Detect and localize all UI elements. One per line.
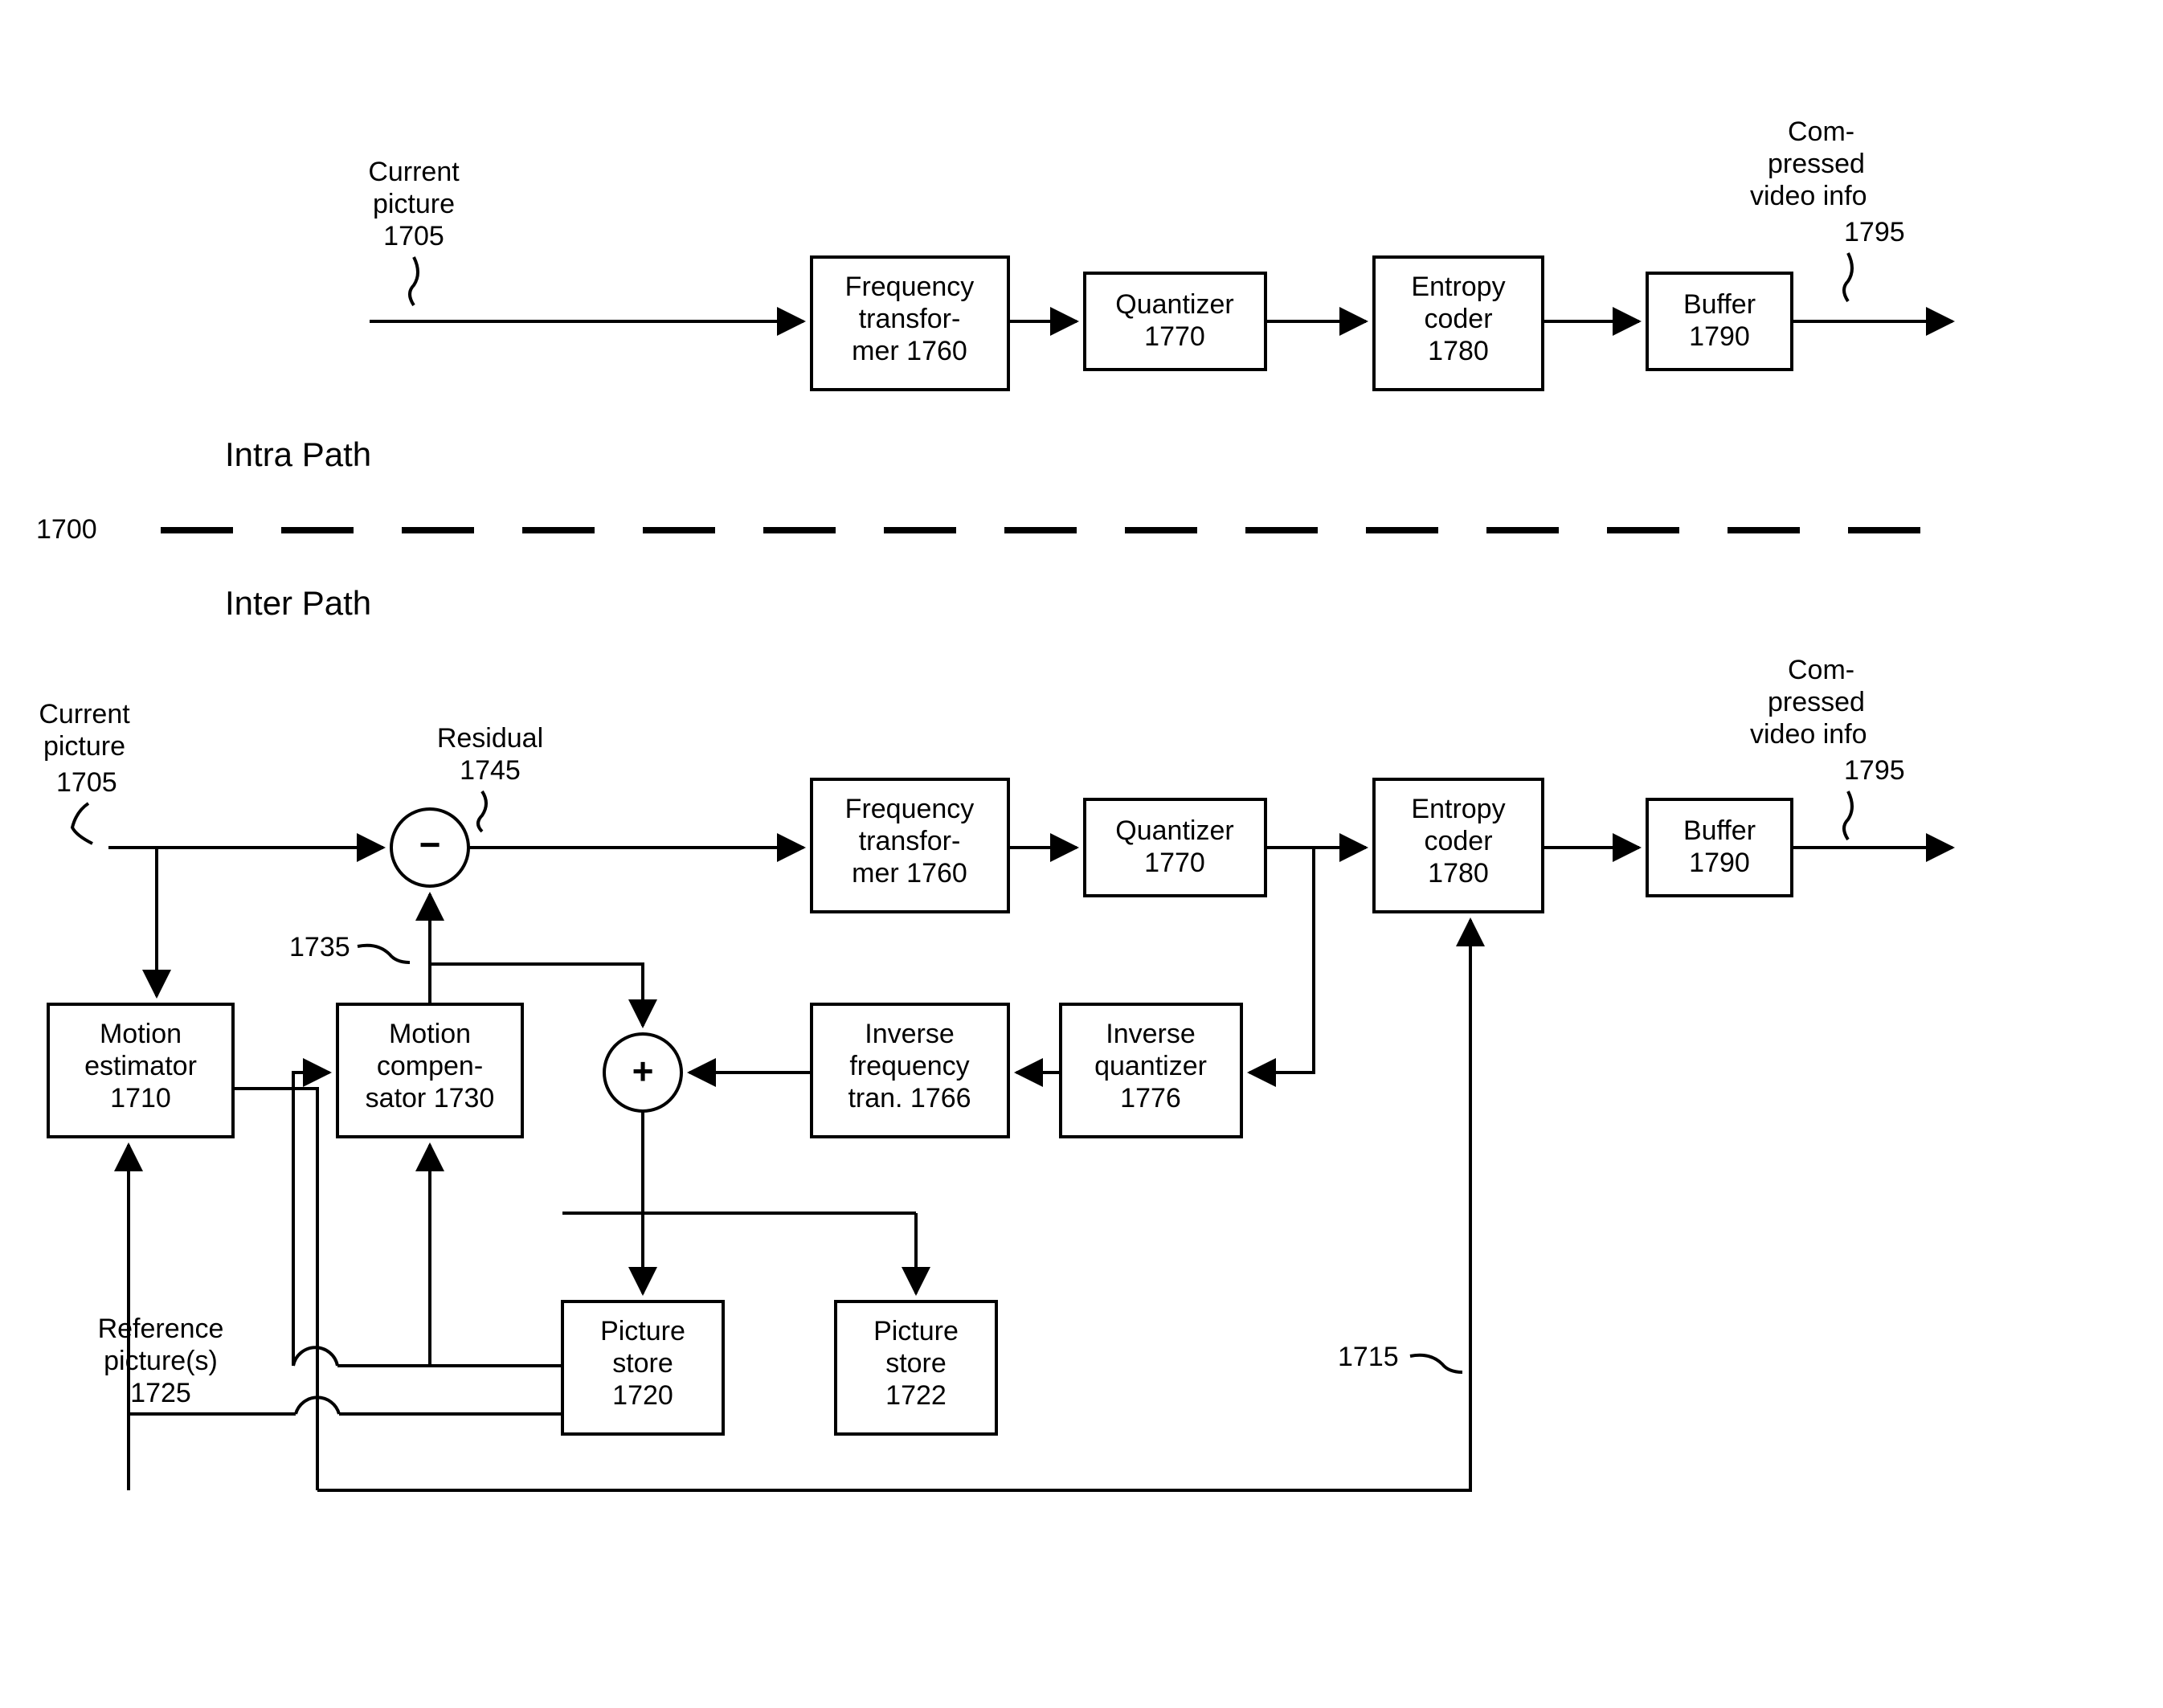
inter-out-1: Com- <box>1788 655 1854 685</box>
ps1-a: Picture <box>600 1316 685 1346</box>
ift-2: frequency <box>849 1051 969 1081</box>
inter-out-ref: 1795 <box>1844 755 1905 786</box>
inter-ent-1: Entropy <box>1411 794 1505 824</box>
intra-out-3: video info <box>1750 181 1867 211</box>
intra-quant-2: 1770 <box>1144 321 1205 352</box>
inter-input-label-1: Current <box>39 699 130 729</box>
intra-out-ref: 1795 <box>1844 217 1905 247</box>
inter-out-refline <box>1844 791 1852 840</box>
intra-freq-3: mer 1760 <box>852 336 967 366</box>
adder-plus: + <box>632 1050 654 1092</box>
inter-input-label-2: picture <box>43 731 125 762</box>
ps2-c: 1722 <box>885 1380 947 1411</box>
intra-input-refline <box>410 257 418 305</box>
ps2-a: Picture <box>873 1316 959 1346</box>
inter-buf-1: Buffer <box>1683 815 1756 846</box>
mc-3: sator 1730 <box>366 1083 495 1113</box>
me-2: estimator <box>84 1051 197 1081</box>
inter-ent-3: 1780 <box>1428 858 1489 889</box>
intra-title: Intra Path <box>225 435 371 473</box>
ref-ref: 1725 <box>130 1378 191 1408</box>
iq-3: 1776 <box>1120 1083 1181 1113</box>
ps1-b: store <box>612 1348 673 1379</box>
inter-freq-1: Frequency <box>845 794 975 824</box>
intra-buf-2: 1790 <box>1689 321 1750 352</box>
mv-ref: 1715 <box>1338 1342 1399 1372</box>
iq-2: quantizer <box>1094 1051 1207 1081</box>
inter-quant-2: 1770 <box>1144 848 1205 878</box>
residual-label-1: Residual <box>437 723 543 754</box>
intra-ent-1: Entropy <box>1411 272 1505 302</box>
intra-out-1: Com- <box>1788 116 1854 147</box>
intra-buf-1: Buffer <box>1683 289 1756 320</box>
subtractor-minus: − <box>419 823 441 865</box>
intra-ent-3: 1780 <box>1428 336 1489 366</box>
residual-refline <box>478 791 486 832</box>
encoder-diagram: Current picture 1705 Frequency transfor-… <box>0 0 2163 1708</box>
mv-refline <box>1410 1355 1462 1372</box>
inter-freq-2: transfor- <box>859 826 961 856</box>
intra-input-label-2: picture <box>373 189 455 219</box>
figure-number: 1700 <box>36 514 97 545</box>
intra-quant-1: Quantizer <box>1115 289 1233 320</box>
comp-refline <box>358 946 410 962</box>
ref-2: picture(s) <box>104 1346 218 1376</box>
inter-title: Inter Path <box>225 584 371 622</box>
comp-ref: 1735 <box>289 932 350 962</box>
intra-input-label-1: Current <box>368 157 460 187</box>
inter-quant-1: Quantizer <box>1115 815 1233 846</box>
mc-2: compen- <box>377 1051 483 1081</box>
wire-ps1-mc <box>430 1145 562 1366</box>
intra-input-ref: 1705 <box>383 221 444 251</box>
intra-freq-1: Frequency <box>845 272 975 302</box>
wire-ref-mc-in <box>293 1073 329 1366</box>
residual-ref: 1745 <box>460 755 521 786</box>
inter-out-2: pressed <box>1768 687 1865 717</box>
inter-input-ref: 1705 <box>56 767 117 798</box>
intra-out-2: pressed <box>1768 149 1865 179</box>
inter-buf-2: 1790 <box>1689 848 1750 878</box>
inter-input-refline <box>72 803 92 844</box>
intra-out-refline <box>1844 253 1852 301</box>
me-3: 1710 <box>110 1083 171 1113</box>
ift-1: Inverse <box>865 1019 955 1049</box>
ps2-b: store <box>885 1348 947 1379</box>
inter-ent-2: coder <box>1424 826 1492 856</box>
intra-freq-2: transfor- <box>859 304 961 334</box>
ref-1: Reference <box>98 1314 224 1344</box>
mc-1: Motion <box>389 1019 471 1049</box>
intra-ent-2: coder <box>1424 304 1492 334</box>
ps1-c: 1720 <box>612 1380 673 1411</box>
me-1: Motion <box>100 1019 182 1049</box>
wire-ref-hop1 <box>293 1347 337 1366</box>
ift-3: tran. 1766 <box>848 1083 971 1113</box>
wire-me-down <box>233 1089 317 1490</box>
inter-freq-3: mer 1760 <box>852 858 967 889</box>
inter-out-3: video info <box>1750 719 1867 750</box>
iq-1: Inverse <box>1106 1019 1196 1049</box>
